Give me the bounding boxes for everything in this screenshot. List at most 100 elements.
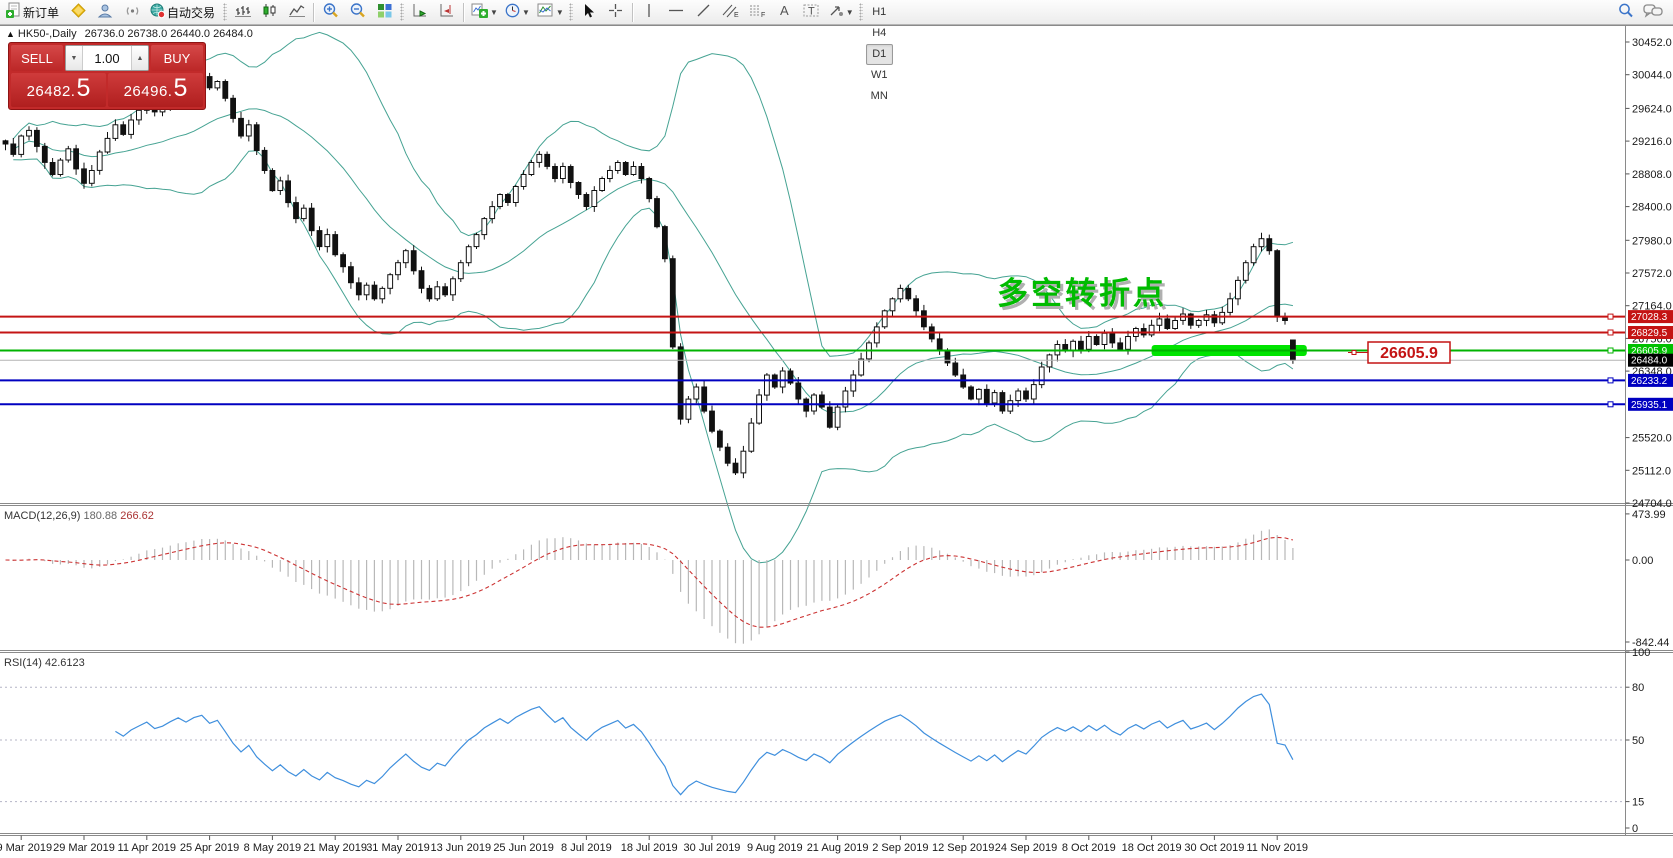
chat-button[interactable] — [1640, 1, 1666, 24]
bar-chart-button[interactable] — [230, 1, 255, 24]
timeframe-toolbar: M1M5M15M30H1H4D1W1MN — [865, 0, 894, 107]
chart-area[interactable]: 26605.9多空转折点多空转折点MACD(12,26,9) 180.88 26… — [0, 0, 1673, 858]
chart-shift-button[interactable] — [434, 1, 459, 24]
svg-text:27572.0: 27572.0 — [1632, 268, 1672, 280]
zoom-out-button[interactable] — [345, 1, 370, 24]
svg-text:多空转折点: 多空转折点 — [997, 276, 1167, 311]
svg-text:MACD(12,26,9) 180.88 266.62: MACD(12,26,9) 180.88 266.62 — [4, 510, 154, 522]
buy-price: 26496. — [124, 83, 173, 100]
timeframe-D1[interactable]: D1 — [866, 44, 893, 65]
fibonacci-icon: F — [748, 2, 767, 22]
timeframe-MN[interactable]: MN — [866, 86, 893, 107]
toolbar-grip — [569, 3, 573, 21]
templates-button[interactable]: ▼ — [534, 1, 566, 24]
volume-input[interactable]: 1.00 — [83, 46, 131, 70]
chart-annotation: 多空转折点多空转折点 — [997, 276, 1170, 314]
new-order-label: 新订单 — [23, 4, 59, 21]
horizontal-line-button[interactable] — [664, 1, 689, 24]
sell-price: 26482. — [27, 83, 76, 100]
tile-windows-icon — [376, 2, 394, 22]
mt4-window: 新订单 自动交易 — [0, 0, 1673, 858]
sell-price-button[interactable]: 26482.5 — [11, 73, 106, 107]
svg-text:18 Oct 2019: 18 Oct 2019 — [1122, 842, 1182, 854]
crosshair-button[interactable] — [603, 1, 628, 24]
metaeditor-button[interactable] — [66, 1, 91, 24]
svg-text:25520.0: 25520.0 — [1632, 433, 1672, 445]
main-toolbar: 新订单 自动交易 — [0, 0, 1673, 25]
text-button[interactable]: A — [772, 1, 797, 24]
cursor-button[interactable] — [576, 1, 601, 24]
svg-text:30 Jul 2019: 30 Jul 2019 — [684, 842, 741, 854]
text-label-button[interactable]: T — [799, 1, 824, 24]
svg-text:T: T — [808, 6, 815, 18]
dropdown-caret-icon: ▼ — [522, 8, 530, 17]
svg-text:25 Apr 2019: 25 Apr 2019 — [180, 842, 239, 854]
line-chart-button[interactable] — [284, 1, 309, 24]
chart-shift-icon — [438, 2, 456, 22]
toolbar-separator — [632, 3, 633, 22]
search-button[interactable] — [1613, 1, 1638, 24]
timeframe-H4[interactable]: H4 — [866, 23, 893, 44]
svg-text:11 Apr 2019: 11 Apr 2019 — [118, 842, 177, 854]
arrows-button[interactable]: ▼ — [826, 1, 856, 24]
equidistant-channel-button[interactable]: E — [718, 1, 743, 24]
dropdown-caret-icon: ▼ — [490, 8, 498, 17]
signals-button[interactable] — [120, 1, 145, 24]
buy-button[interactable]: BUY — [151, 45, 203, 71]
timeframe-W1[interactable]: W1 — [866, 65, 893, 86]
dropdown-caret-icon: ▼ — [846, 8, 854, 17]
chart-symbol-label: HK50-,Daily — [18, 28, 77, 40]
candlestick-chart-button[interactable] — [257, 1, 282, 24]
svg-text:27980.0: 27980.0 — [1632, 235, 1672, 247]
vertical-line-button[interactable] — [637, 1, 662, 24]
svg-text:50: 50 — [1632, 735, 1644, 747]
buy-price-button[interactable]: 26496.5 — [108, 73, 203, 107]
new-order-button[interactable]: 新订单 — [3, 1, 64, 24]
svg-text:25112.0: 25112.0 — [1632, 465, 1671, 477]
svg-text:29216.0: 29216.0 — [1632, 136, 1672, 148]
indicators-button[interactable]: ▼ — [468, 1, 500, 24]
text-label-icon: T — [802, 2, 821, 22]
sell-button[interactable]: SELL — [11, 45, 63, 71]
auto-scroll-button[interactable] — [407, 1, 432, 24]
trendline-button[interactable] — [691, 1, 716, 24]
fibonacci-button[interactable]: F — [745, 1, 770, 24]
horizontal-line-icon — [667, 2, 685, 22]
signal-waves-icon — [124, 2, 141, 22]
svg-text:18 Jul 2019: 18 Jul 2019 — [621, 842, 678, 854]
sell-price-fraction: 5 — [76, 76, 90, 100]
line-chart-icon — [288, 2, 306, 22]
svg-text:27028.3: 27028.3 — [1631, 312, 1668, 323]
svg-text:28808.0: 28808.0 — [1632, 169, 1672, 181]
svg-text:8 May 2019: 8 May 2019 — [244, 842, 301, 854]
svg-text:9 Aug 2019: 9 Aug 2019 — [747, 842, 803, 854]
svg-text:15: 15 — [1632, 797, 1644, 809]
contacts-button[interactable] — [93, 1, 118, 24]
svg-text:19 Mar 2019: 19 Mar 2019 — [0, 842, 52, 854]
volume-decrease-button[interactable]: ▼ — [66, 46, 83, 70]
svg-text:29624.0: 29624.0 — [1632, 103, 1672, 115]
svg-text:25935.1: 25935.1 — [1631, 400, 1668, 411]
auto-scroll-icon — [411, 2, 429, 22]
svg-text:30 Oct 2019: 30 Oct 2019 — [1184, 842, 1244, 854]
zoom-out-icon — [349, 2, 367, 22]
svg-text:E: E — [734, 12, 739, 19]
periods-button[interactable]: ▼ — [502, 1, 532, 24]
svg-text:A: A — [780, 3, 789, 18]
svg-text:21 Aug 2019: 21 Aug 2019 — [807, 842, 869, 854]
zoom-in-button[interactable] — [318, 1, 343, 24]
toolbar-grip — [223, 3, 227, 21]
zoom-in-icon — [322, 2, 340, 22]
autotrade-label: 自动交易 — [167, 4, 215, 21]
svg-text:100: 100 — [1632, 647, 1650, 659]
svg-text:473.99: 473.99 — [1632, 509, 1666, 521]
svg-text:F: F — [761, 12, 765, 19]
volume-spinner: ▼ 1.00 ▲ — [65, 45, 149, 71]
volume-increase-button[interactable]: ▲ — [131, 46, 148, 70]
autotrade-button[interactable]: 自动交易 — [147, 1, 220, 24]
tile-windows-button[interactable] — [372, 1, 397, 24]
text-a-icon: A — [777, 2, 792, 22]
timeframe-H1[interactable]: H1 — [866, 2, 893, 23]
periods-clock-icon — [504, 2, 521, 22]
vertical-line-icon — [642, 2, 656, 22]
